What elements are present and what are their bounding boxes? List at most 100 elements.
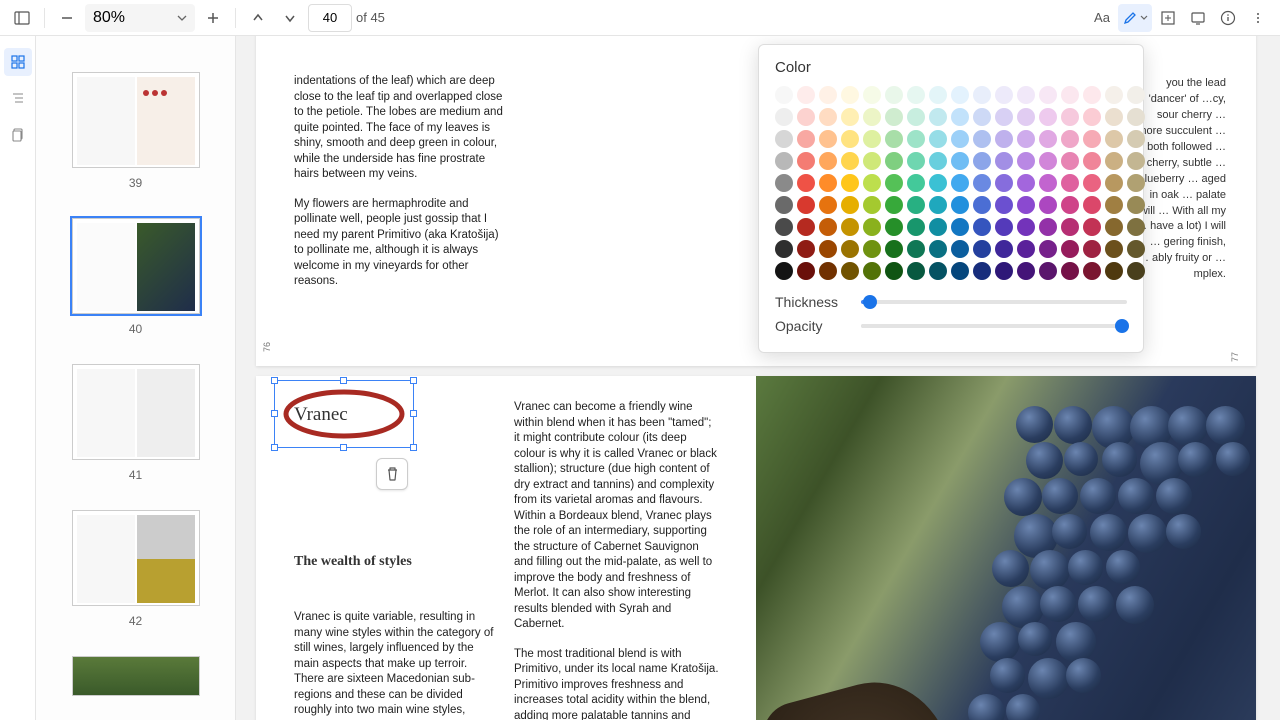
color-swatch[interactable] — [973, 152, 991, 170]
color-swatch[interactable] — [1061, 174, 1079, 192]
color-swatch[interactable] — [907, 218, 925, 236]
color-swatch[interactable] — [995, 240, 1013, 258]
color-swatch[interactable] — [819, 86, 837, 104]
color-swatch[interactable] — [951, 196, 969, 214]
color-swatch[interactable] — [1017, 86, 1035, 104]
color-swatch[interactable] — [951, 108, 969, 126]
color-swatch[interactable] — [1105, 152, 1123, 170]
color-swatch[interactable] — [995, 152, 1013, 170]
zoom-in-button[interactable] — [199, 4, 227, 32]
color-swatch[interactable] — [885, 262, 903, 280]
color-swatch[interactable] — [863, 108, 881, 126]
color-swatch[interactable] — [1127, 196, 1145, 214]
color-swatch[interactable] — [1061, 218, 1079, 236]
color-swatch[interactable] — [1127, 218, 1145, 236]
color-swatch[interactable] — [1017, 108, 1035, 126]
color-swatch[interactable] — [775, 86, 793, 104]
color-swatch[interactable] — [863, 262, 881, 280]
color-swatch[interactable] — [929, 196, 947, 214]
color-swatch[interactable] — [819, 152, 837, 170]
color-swatch[interactable] — [1039, 174, 1057, 192]
color-swatch[interactable] — [841, 130, 859, 148]
zoom-out-button[interactable] — [53, 4, 81, 32]
color-swatch[interactable] — [775, 262, 793, 280]
color-swatch[interactable] — [973, 240, 991, 258]
color-swatch[interactable] — [797, 240, 815, 258]
thumbnail-panel[interactable]: 39 40 41 42 — [36, 36, 236, 720]
color-swatch[interactable] — [1017, 262, 1035, 280]
color-swatch[interactable] — [775, 108, 793, 126]
color-swatch[interactable] — [797, 108, 815, 126]
color-swatch[interactable] — [929, 152, 947, 170]
color-swatch[interactable] — [907, 196, 925, 214]
color-swatch[interactable] — [1061, 108, 1079, 126]
color-swatch[interactable] — [995, 86, 1013, 104]
page-number-input[interactable] — [308, 4, 352, 32]
color-swatch[interactable] — [863, 196, 881, 214]
color-swatch[interactable] — [1127, 262, 1145, 280]
color-swatch[interactable] — [1061, 86, 1079, 104]
color-swatch[interactable] — [951, 152, 969, 170]
color-swatch[interactable] — [1017, 130, 1035, 148]
color-swatch[interactable] — [951, 86, 969, 104]
color-swatch[interactable] — [929, 240, 947, 258]
color-swatch[interactable] — [1039, 218, 1057, 236]
color-swatch[interactable] — [841, 108, 859, 126]
color-swatch[interactable] — [973, 218, 991, 236]
delete-annotation-button[interactable] — [376, 458, 408, 490]
color-swatch[interactable] — [863, 86, 881, 104]
color-swatch[interactable] — [995, 174, 1013, 192]
color-swatch[interactable] — [797, 196, 815, 214]
color-swatch[interactable] — [1127, 108, 1145, 126]
color-swatch[interactable] — [1105, 86, 1123, 104]
thumbnail-42[interactable]: 42 — [36, 510, 235, 628]
color-swatch[interactable] — [797, 152, 815, 170]
color-swatch[interactable] — [819, 174, 837, 192]
color-swatch[interactable] — [1083, 262, 1101, 280]
color-swatch[interactable] — [885, 174, 903, 192]
thumbnail-39[interactable]: 39 — [36, 72, 235, 190]
next-page-button[interactable] — [276, 4, 304, 32]
color-swatch[interactable] — [841, 262, 859, 280]
color-swatch[interactable] — [929, 130, 947, 148]
color-swatch[interactable] — [995, 130, 1013, 148]
color-swatch[interactable] — [819, 108, 837, 126]
present-button[interactable] — [1184, 4, 1212, 32]
thumbnail-43[interactable] — [36, 656, 235, 696]
thickness-slider[interactable] — [861, 300, 1127, 304]
color-swatch[interactable] — [951, 218, 969, 236]
color-swatch[interactable] — [1083, 218, 1101, 236]
color-swatch[interactable] — [863, 174, 881, 192]
text-settings-button[interactable]: Aa — [1088, 4, 1116, 32]
color-swatch[interactable] — [995, 262, 1013, 280]
color-swatch[interactable] — [929, 108, 947, 126]
color-swatch[interactable] — [1083, 86, 1101, 104]
color-swatch[interactable] — [973, 262, 991, 280]
color-swatch[interactable] — [863, 240, 881, 258]
color-swatch[interactable] — [929, 218, 947, 236]
info-button[interactable] — [1214, 4, 1242, 32]
color-swatch[interactable] — [885, 240, 903, 258]
color-swatch[interactable] — [1105, 218, 1123, 236]
color-swatch[interactable] — [907, 174, 925, 192]
attachments-tab[interactable] — [4, 120, 32, 148]
color-swatch[interactable] — [841, 152, 859, 170]
color-swatch[interactable] — [1061, 130, 1079, 148]
color-swatch[interactable] — [951, 262, 969, 280]
color-swatch[interactable] — [841, 240, 859, 258]
color-swatch[interactable] — [929, 174, 947, 192]
color-swatch[interactable] — [929, 262, 947, 280]
color-swatch[interactable] — [1127, 152, 1145, 170]
color-swatch[interactable] — [1127, 86, 1145, 104]
color-swatch[interactable] — [1105, 108, 1123, 126]
color-swatch[interactable] — [1105, 196, 1123, 214]
add-text-button[interactable] — [1154, 4, 1182, 32]
color-swatch[interactable] — [885, 152, 903, 170]
thumbnail-41[interactable]: 41 — [36, 364, 235, 482]
color-swatch[interactable] — [995, 218, 1013, 236]
color-swatch[interactable] — [929, 86, 947, 104]
color-swatch[interactable] — [1061, 196, 1079, 214]
color-swatch[interactable] — [775, 196, 793, 214]
color-swatch[interactable] — [973, 108, 991, 126]
draw-tool-button[interactable] — [1118, 4, 1152, 32]
